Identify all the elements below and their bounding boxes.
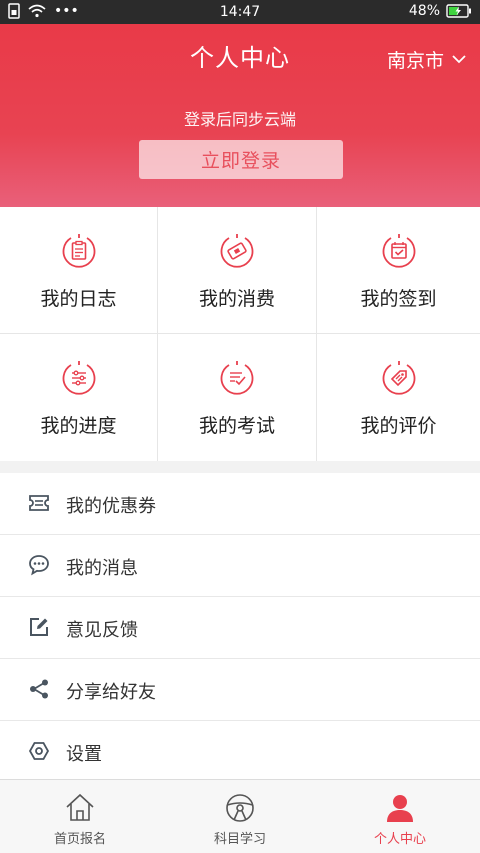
sliders-icon <box>62 361 95 395</box>
chat-icon <box>29 555 49 576</box>
person-icon <box>387 795 413 822</box>
list-item-label: 意见反馈 <box>66 620 138 641</box>
bottom-tab-bar: 首页报名 科目学习 个人中心 <box>0 779 480 853</box>
grid-item-progress[interactable]: 我的进度 <box>0 334 158 461</box>
list-item-label: 设置 <box>66 744 102 765</box>
grid-item-checkin[interactable]: 我的签到 <box>317 207 480 334</box>
home-icon <box>66 793 94 821</box>
status-bar: ••• 14:47 48% <box>0 0 480 24</box>
battery-charging-icon <box>446 4 471 18</box>
list-item-settings[interactable]: 设置 <box>0 721 480 779</box>
grid-item-label: 我的签到 <box>360 288 437 310</box>
exam-check-icon <box>220 361 254 395</box>
grid-item-label: 我的消费 <box>198 288 275 310</box>
sync-hint: 登录后同步云端 <box>183 110 296 129</box>
tab-profile[interactable]: 个人中心 <box>320 780 480 853</box>
grid-item-review[interactable]: 我的评价 <box>317 334 480 461</box>
list-item-share[interactable]: 分享给好友 <box>0 659 480 721</box>
list-item-feedback[interactable]: 意见反馈 <box>0 597 480 659</box>
battery-percent: 48% <box>408 3 440 19</box>
coupon-icon <box>29 495 49 511</box>
share-icon <box>30 679 48 699</box>
grid-item-exam[interactable]: 我的考试 <box>158 334 317 461</box>
list-item-messages[interactable]: 我的消息 <box>0 535 480 597</box>
menu-list: 我的优惠券 我的消息 意见反馈 分享给好友 设置 <box>0 473 480 779</box>
ticket-icon <box>220 234 254 268</box>
grid-item-label: 我的进度 <box>40 415 117 437</box>
edit-icon <box>30 618 48 636</box>
chevron-down-icon <box>452 55 466 64</box>
settings-icon <box>28 742 50 760</box>
city-selector[interactable]: 南京市 <box>387 46 466 73</box>
feature-grid: 我的日志 我的消费 我的签到 我的进度 我的考试 我的评价 <box>0 207 480 461</box>
grid-item-label: 我的评价 <box>360 415 437 437</box>
city-label: 南京市 <box>386 50 444 72</box>
list-item-coupons[interactable]: 我的优惠券 <box>0 473 480 535</box>
tab-label: 个人中心 <box>373 832 426 847</box>
grid-item-label: 我的考试 <box>198 415 275 437</box>
list-item-label: 我的消息 <box>66 558 138 579</box>
grid-item-label: 我的日志 <box>40 288 117 310</box>
grid-item-log[interactable]: 我的日志 <box>0 207 158 334</box>
tag-icon <box>382 361 415 395</box>
calendar-check-icon <box>382 234 415 268</box>
tab-study[interactable]: 科目学习 <box>160 780 320 853</box>
tab-label: 科目学习 <box>213 832 266 847</box>
tab-home[interactable]: 首页报名 <box>0 780 160 853</box>
tab-label: 首页报名 <box>53 832 106 847</box>
list-item-label: 我的优惠券 <box>66 496 156 517</box>
steering-wheel-icon <box>226 794 254 822</box>
clipboard-icon <box>62 234 95 268</box>
grid-item-spending[interactable]: 我的消费 <box>158 207 317 334</box>
list-item-label: 分享给好友 <box>66 682 156 703</box>
login-button[interactable]: 立即登录 <box>139 140 343 179</box>
profile-header: 个人中心 南京市 登录后同步云端 立即登录 <box>0 24 480 207</box>
